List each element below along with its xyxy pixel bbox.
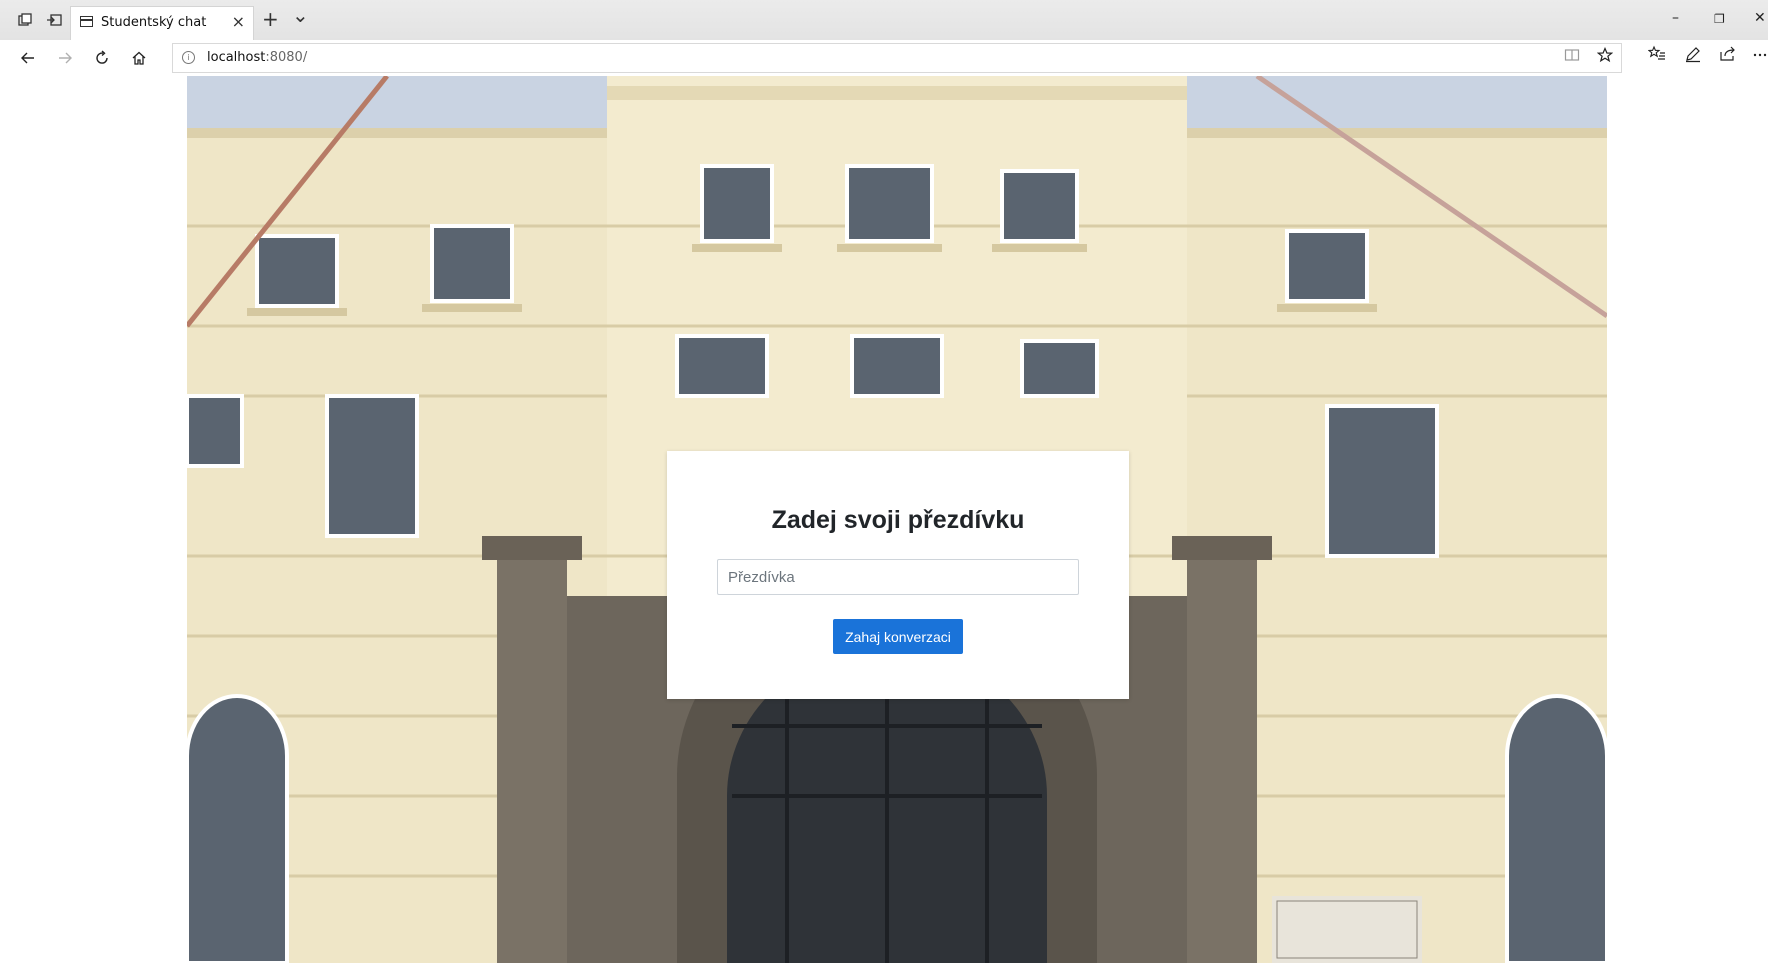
browser-tab-bar: Studentský chat × + ⌄ – ❐ ✕ — [0, 0, 1768, 40]
close-window-button[interactable]: ✕ — [1754, 10, 1766, 26]
start-conversation-button[interactable]: Zahaj konverzaci — [833, 619, 963, 654]
nickname-input[interactable] — [717, 559, 1079, 595]
dialog-title: Zadej svoji přezdívku — [771, 506, 1025, 534]
new-tab-button[interactable]: + — [262, 8, 279, 30]
page-icon — [80, 16, 93, 27]
minimize-button[interactable]: – — [1672, 10, 1679, 26]
close-tab-icon[interactable]: × — [232, 12, 245, 31]
page-viewport: Zadej svoji přezdívku Zahaj konverzaci — [0, 76, 1768, 963]
refresh-icon[interactable] — [89, 45, 115, 71]
browser-tab[interactable]: Studentský chat × — [70, 6, 254, 40]
star-icon[interactable] — [1596, 46, 1614, 67]
tab-restore-icon[interactable] — [43, 9, 65, 31]
tab-aside-icon[interactable] — [14, 9, 36, 31]
chevron-down-icon[interactable]: ⌄ — [292, 4, 309, 26]
pen-icon[interactable] — [1684, 45, 1702, 68]
address-url: localhost:8080/ — [207, 50, 307, 65]
address-bar[interactable]: i localhost:8080/ — [172, 43, 1622, 73]
restore-button[interactable]: ❐ — [1714, 12, 1725, 26]
favorites-icon[interactable] — [1647, 45, 1666, 68]
more-icon[interactable] — [1753, 45, 1767, 68]
address-host: localhost — [207, 50, 266, 65]
arrow-left-icon[interactable] — [15, 45, 41, 71]
reading-view-icon[interactable] — [1564, 47, 1580, 67]
address-port-path: :8080/ — [265, 50, 308, 65]
home-icon[interactable] — [126, 45, 152, 71]
share-icon[interactable] — [1719, 45, 1737, 68]
tab-title: Studentský chat — [101, 15, 207, 30]
nickname-dialog: Zadej svoji přezdívku Zahaj konverzaci — [667, 451, 1129, 699]
arrow-right-icon[interactable] — [52, 45, 78, 71]
info-icon[interactable]: i — [182, 51, 195, 64]
browser-toolbar: i localhost:8080/ — [0, 40, 1768, 77]
